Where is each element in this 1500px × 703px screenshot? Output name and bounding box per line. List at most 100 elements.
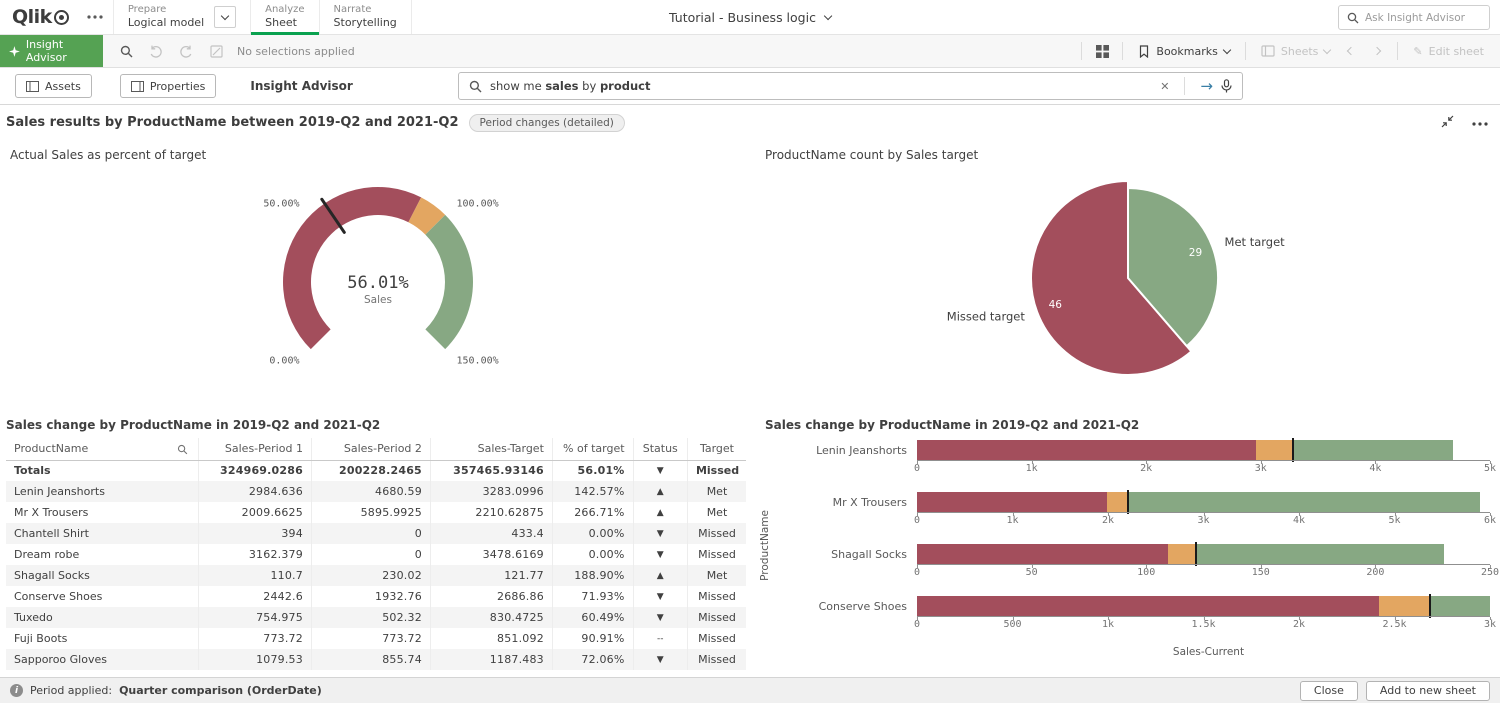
table-row[interactable]: Sapporoo Gloves 1079.53 855.74 1187.483 …	[6, 649, 746, 670]
cell-pct: 0.00%	[552, 544, 633, 565]
product-name[interactable]: Lenin Jeanshorts	[6, 481, 199, 502]
product-name[interactable]: Shagall Socks	[6, 565, 199, 586]
product-name[interactable]: Mr X Trousers	[6, 502, 199, 523]
product-name[interactable]: Chantell Shirt	[6, 523, 199, 544]
x-axis: 05001k1.5k2k2.5k3k	[917, 616, 1490, 631]
results-title: Sales results by ProductName between 201…	[6, 115, 459, 130]
svg-text:46: 46	[1048, 299, 1062, 311]
collapse-icon[interactable]	[1441, 115, 1454, 131]
qlik-logo[interactable]: Qlik	[0, 0, 77, 34]
insights-grid-icon[interactable]	[1089, 39, 1115, 63]
svg-text:29: 29	[1188, 247, 1201, 259]
insight-advisor-button[interactable]: Insight Advisor	[0, 35, 103, 67]
global-menu-button[interactable]	[77, 0, 113, 34]
prepare-dropdown-button[interactable]	[214, 6, 236, 28]
sheets-menu[interactable]: Sheets	[1253, 45, 1339, 58]
column-header-sales-period-1[interactable]: Sales-Period 1	[199, 438, 312, 460]
svg-text:50.00%: 50.00%	[263, 199, 299, 210]
column-header-target[interactable]: Target	[687, 438, 746, 460]
previous-sheet-button[interactable]	[1338, 39, 1364, 63]
clear-selections-icon[interactable]	[203, 39, 229, 63]
svg-text:Sales: Sales	[364, 294, 392, 306]
product-name[interactable]: Conserve Shoes	[6, 586, 199, 607]
pencil-icon: ✎	[1413, 45, 1422, 58]
product-name[interactable]: Dream robe	[6, 544, 199, 565]
submit-query-icon[interactable]: →	[1200, 77, 1213, 95]
bullet-bar[interactable]: 05001k1.5k2k2.5k3k	[917, 596, 1490, 631]
next-sheet-button[interactable]	[1364, 39, 1390, 63]
insight-query-box[interactable]: show me sales by product ✕ →	[458, 72, 1243, 100]
bullet-bar[interactable]: 01k2k3k4k5k6k	[917, 492, 1490, 527]
category-label: Mr X Trousers	[787, 492, 917, 509]
qlik-logo-q-icon	[54, 10, 69, 25]
product-name[interactable]: Fuji Boots	[6, 628, 199, 649]
divider	[1184, 77, 1185, 95]
clear-query-icon[interactable]: ✕	[1160, 80, 1169, 93]
product-name[interactable]: Sapporoo Gloves	[6, 649, 199, 670]
sheet-icon	[1261, 45, 1275, 57]
chevron-down-icon	[824, 11, 832, 19]
bullet-bar[interactable]: 01k2k3k4k5k	[917, 440, 1490, 475]
column-header-status[interactable]: Status	[633, 438, 687, 460]
table-row[interactable]: Dream robe 3162.379 0 3478.6169 0.00% ▼ …	[6, 544, 746, 565]
column-header-productname[interactable]: ProductName	[6, 438, 199, 460]
column-header-sales-period-2[interactable]: Sales-Period 2	[311, 438, 430, 460]
table-row[interactable]: Fuji Boots 773.72 773.72 851.092 90.91% …	[6, 628, 746, 649]
edit-sheet-button[interactable]: ✎ Edit sheet	[1405, 45, 1492, 58]
app-title-menu[interactable]: Tutorial - Business logic	[669, 0, 831, 34]
assets-panel-button[interactable]: Assets	[15, 74, 92, 98]
insight-query-input[interactable]: show me sales by product	[490, 79, 1152, 93]
table-row[interactable]: Conserve Shoes 2442.6 1932.76 2686.86 71…	[6, 586, 746, 607]
table-row[interactable]: Chantell Shirt 394 0 433.4 0.00% ▼ Misse…	[6, 523, 746, 544]
ask-insight-advisor-input[interactable]	[1365, 12, 1481, 24]
assets-icon	[26, 81, 39, 92]
column-header-sales-target[interactable]: Sales-Target	[430, 438, 552, 460]
svg-text:Met target: Met target	[1224, 235, 1285, 249]
properties-label: Properties	[150, 80, 206, 93]
table-title: Sales change by ProductName in 2019-Q2 a…	[6, 418, 745, 432]
tab-analyze[interactable]: Analyze Sheet	[250, 0, 318, 34]
cell-p2: 1932.76	[311, 586, 430, 607]
pie-chart[interactable]: 29Met target46Missed target	[913, 162, 1343, 398]
more-options-icon[interactable]	[1472, 116, 1488, 129]
table-row[interactable]: Tuxedo 754.975 502.32 830.4725 60.49% ▼ …	[6, 607, 746, 628]
ask-insight-advisor-box[interactable]	[1338, 5, 1490, 30]
step-back-icon[interactable]	[143, 39, 169, 63]
cell-p2: 0	[311, 544, 430, 565]
table-row[interactable]: Shagall Socks 110.7 230.02 121.77 188.90…	[6, 565, 746, 586]
period-changes-badge[interactable]: Period changes (detailed)	[469, 114, 625, 132]
divider	[1081, 42, 1082, 60]
tab-prepare-section: Prepare	[128, 4, 204, 16]
bullet-bar[interactable]: 050100150200250	[917, 544, 1490, 579]
cell-p1: 1079.53	[199, 649, 312, 670]
assets-label: Assets	[45, 80, 81, 93]
microphone-icon[interactable]	[1221, 79, 1232, 93]
close-button[interactable]: Close	[1300, 681, 1358, 701]
table-row[interactable]: Mr X Trousers 2009.6625 5895.9925 2210.6…	[6, 502, 746, 523]
cell-p2: 773.72	[311, 628, 430, 649]
add-to-new-sheet-button[interactable]: Add to new sheet	[1366, 681, 1490, 701]
pie-chart-title: ProductName count by Sales target	[765, 148, 1490, 162]
tab-prepare[interactable]: Prepare Logical model	[113, 0, 250, 34]
query-term-sales: sales	[545, 79, 578, 93]
product-name[interactable]: Tuxedo	[6, 607, 199, 628]
qlik-logo-text: Qlik	[12, 6, 52, 28]
pie-chart-panel[interactable]: ProductName count by Sales target 29 Met …	[755, 140, 1500, 410]
column-search-icon[interactable]	[177, 444, 188, 455]
smart-search-icon[interactable]	[113, 39, 139, 63]
info-icon: i	[10, 684, 23, 697]
totals-status: ▼	[633, 460, 687, 481]
edit-sheet-label: Edit sheet	[1429, 45, 1484, 58]
column-header-pct-of-target[interactable]: % of target	[552, 438, 633, 460]
gauge-chart-panel[interactable]: Actual Sales as percent of target 0.00%5…	[0, 140, 755, 410]
cell-target-value: 851.092	[430, 628, 552, 649]
bookmarks-menu[interactable]: Bookmarks	[1130, 45, 1237, 58]
cell-target-value: 3283.0996	[430, 481, 552, 502]
cell-result: Missed	[687, 628, 746, 649]
step-forward-icon[interactable]	[173, 39, 199, 63]
tab-narrate[interactable]: Narrate Storytelling	[319, 0, 412, 34]
cell-p2: 4680.59	[311, 481, 430, 502]
table-row[interactable]: Lenin Jeanshorts 2984.636 4680.59 3283.0…	[6, 481, 746, 502]
properties-panel-button[interactable]: Properties	[120, 74, 217, 98]
gauge-chart[interactable]: 0.00%50.00%100.00%150.00%56.01%Sales	[168, 162, 588, 398]
